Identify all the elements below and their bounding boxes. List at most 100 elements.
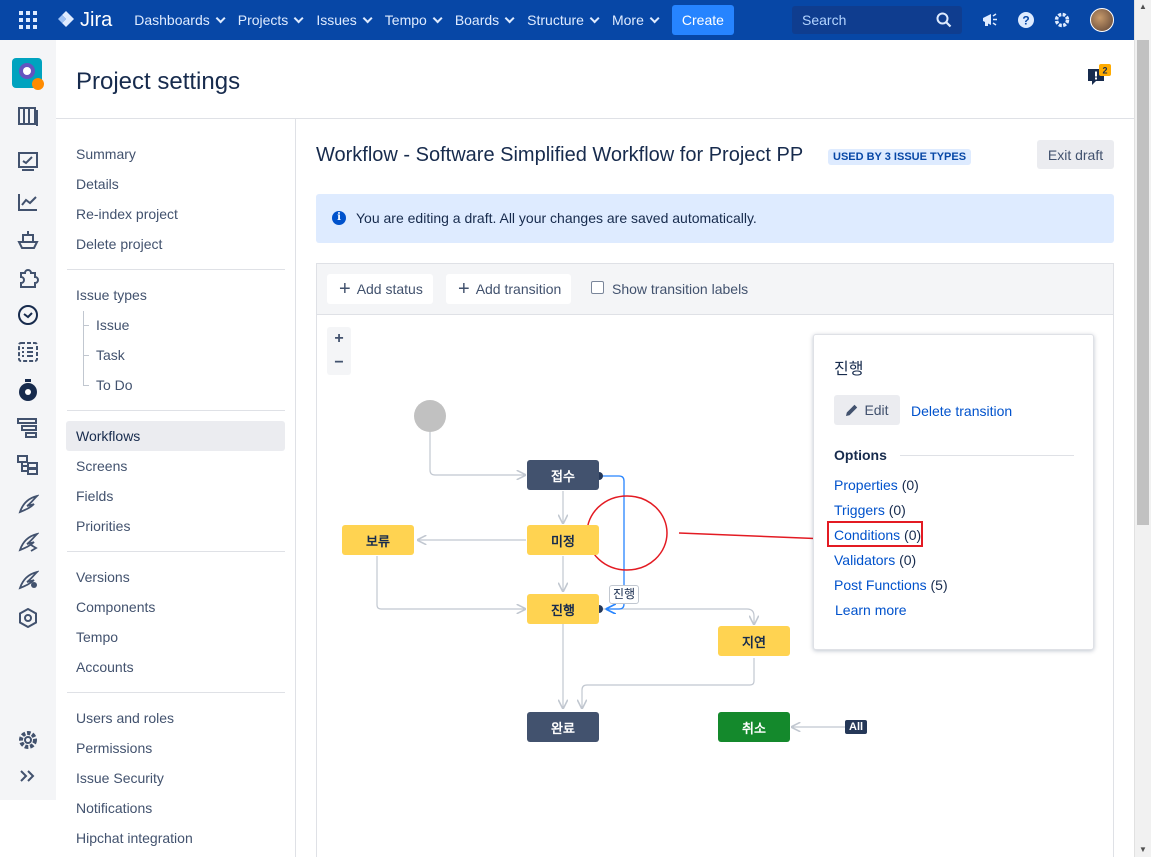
chevron-down-icon [649,12,660,23]
option-validators[interactable]: Validators (0) [834,552,916,568]
option-count: (0) [888,502,906,518]
feedback-icon[interactable]: 2 [1087,64,1113,95]
app-switcher-icon[interactable] [0,0,56,40]
nav-issues[interactable]: Issues [308,0,376,40]
sidenav-hipchat-integration[interactable]: Hipchat integration [76,830,193,846]
scroll-thumb[interactable] [1137,40,1149,525]
panel-title: 진행 [834,359,864,378]
wing-fast-icon[interactable] [16,530,40,554]
status-node-6[interactable]: 완료 [527,712,599,742]
project-settings-gear-icon[interactable] [16,728,40,752]
conditions-highlight-box [827,521,923,547]
chevron-down-icon [504,12,515,23]
checklist-icon[interactable] [16,340,40,364]
show-transition-labels-checkbox[interactable] [591,281,604,294]
add-status-button[interactable]: + Add status [327,274,433,304]
workflow-start-node[interactable] [414,400,446,432]
reports-icon[interactable] [16,150,40,174]
page-scrollbar[interactable]: ▲ ▼ [1134,0,1151,857]
wing-settings-icon[interactable] [16,568,40,592]
status-node-7[interactable]: 취소 [718,712,790,742]
option-triggers[interactable]: Triggers (0) [834,502,906,518]
learn-more-link[interactable]: Learn more [835,602,907,618]
status-node-4[interactable]: 진행 [527,594,599,624]
exit-draft-button[interactable]: Exit draft [1037,140,1114,169]
chevron-down-icon [215,12,226,23]
workflow-canvas[interactable]: + − 접수 미정 보류 진행 지연 완료 취소 진행 All 진행 Edit … [316,315,1114,857]
nav-tempo[interactable]: Tempo [377,0,447,40]
sidenav-delete-project[interactable]: Delete project [76,236,162,252]
clock-icon[interactable] [16,303,40,327]
sidenav-issue-type-task[interactable]: Task [96,347,125,363]
nav-label: Issues [316,12,357,28]
scroll-down-icon[interactable]: ▼ [1139,845,1147,854]
create-button[interactable]: Create [671,5,734,35]
sidenav-screens[interactable]: Screens [76,458,127,474]
nav-dashboards[interactable]: Dashboards [126,0,230,40]
sidenav-versions[interactable]: Versions [76,569,130,585]
help-icon[interactable]: ? [1016,10,1036,30]
sidenav-components[interactable]: Components [76,599,155,615]
option-properties[interactable]: Properties (0) [834,477,919,493]
nav-structure[interactable]: Structure [519,0,604,40]
option-label[interactable]: Validators [834,552,895,568]
sidenav-reindex-project[interactable]: Re-index project [76,206,178,222]
sidenav-tempo[interactable]: Tempo [76,629,118,645]
sidenav-users-and-roles[interactable]: Users and roles [76,710,174,726]
option-label[interactable]: Properties [834,477,898,493]
feedback-count: 2 [1102,66,1107,76]
search-input[interactable]: Search [792,6,962,34]
gear-icon[interactable] [1052,10,1072,30]
nav-boards[interactable]: Boards [447,0,519,40]
jira-logo[interactable]: Jira [56,9,112,32]
nav-label: More [611,12,644,28]
option-count: (5) [930,577,948,593]
add-transition-button[interactable]: + Add transition [446,274,572,304]
megaphone-icon[interactable] [980,10,1000,30]
delete-transition-link[interactable]: Delete transition [911,403,1012,419]
sidenav-issue-types[interactable]: Issue types [76,287,147,303]
sidenav-accounts[interactable]: Accounts [76,659,134,675]
project-avatar-icon[interactable] [12,58,44,90]
sidenav-issue-security[interactable]: Issue Security [76,770,164,786]
nav-projects[interactable]: Projects [230,0,309,40]
structure-icon[interactable] [16,416,40,440]
status-node-1[interactable]: 접수 [527,460,599,490]
status-node-5[interactable]: 지연 [718,626,790,656]
sidenav-details[interactable]: Details [76,176,119,192]
option-label[interactable]: Post Functions [834,577,927,593]
sidenav-notifications[interactable]: Notifications [76,800,152,816]
add-transition-label: Add transition [475,281,562,297]
sidenav-priorities[interactable]: Priorities [76,518,130,534]
sidenav-issue-type-todo[interactable]: To Do [96,377,133,393]
puzzle-icon[interactable] [16,266,40,290]
scroll-up-icon[interactable]: ▲ [1139,2,1147,11]
nav-more[interactable]: More [604,0,664,40]
show-transition-labels-label[interactable]: Show transition labels [612,281,748,297]
sidenav-permissions[interactable]: Permissions [76,740,152,756]
workflow-toolbar: + Add status + Add transition Show trans… [316,263,1114,315]
hierarchy-icon[interactable] [16,453,40,477]
user-avatar[interactable] [1090,8,1114,32]
sidenav-issue-type-issue[interactable]: Issue [96,317,129,333]
add-status-label: Add status [356,281,423,297]
transition-label[interactable]: 진행 [609,585,640,604]
option-post-functions[interactable]: Post Functions (5) [834,577,948,593]
status-node-2[interactable]: 미정 [527,525,599,555]
status-node-3[interactable]: 보류 [342,525,414,555]
sidenav-fields[interactable]: Fields [76,488,113,504]
option-label[interactable]: Triggers [834,502,885,518]
global-transition-label[interactable]: All [845,720,868,734]
page-title: Project settings [76,68,241,95]
expand-sidebar-icon[interactable] [16,764,40,788]
stopwatch-icon[interactable] [16,378,40,402]
sidenav-summary[interactable]: Summary [76,146,136,162]
edit-transition-button[interactable]: Edit [834,395,900,425]
hexagon-icon[interactable] [16,606,40,630]
ship-icon[interactable] [16,228,40,252]
wing-icon[interactable] [16,492,40,516]
chart-icon[interactable] [16,190,40,214]
sidenav-workflows[interactable]: Workflows [76,428,140,444]
board-icon[interactable] [16,104,40,128]
issue-types-badge[interactable]: USED BY 3 ISSUE TYPES [828,149,972,165]
